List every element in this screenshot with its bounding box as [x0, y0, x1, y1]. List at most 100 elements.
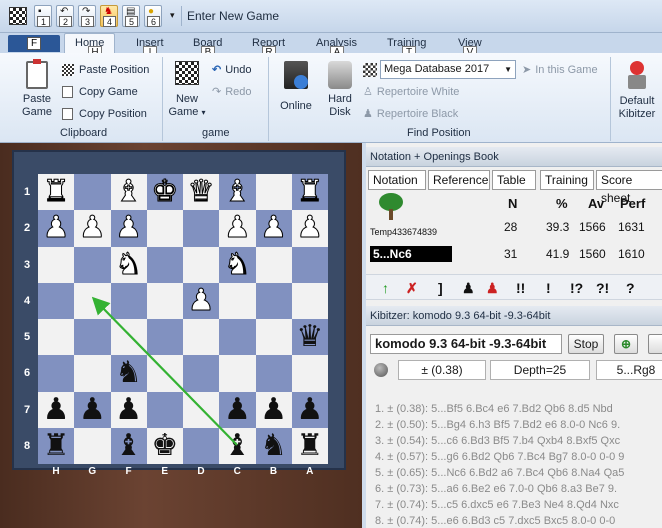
board-square[interactable]	[38, 282, 75, 319]
paste-game-button[interactable]: Paste Game	[20, 59, 54, 119]
annotation-brilliant[interactable]: !!	[516, 280, 525, 296]
hard-disk-button[interactable]: Hard Disk	[322, 61, 358, 119]
board-square[interactable]	[38, 355, 75, 392]
board-square[interactable]	[255, 319, 292, 356]
annotation-interesting[interactable]: !?	[570, 280, 583, 296]
board-square[interactable]	[183, 319, 220, 356]
kibitzer-line[interactable]: 4. ± (0.57): 5...g6 6.Bd2 Qb6 7.Bc4 Bg7 …	[375, 451, 624, 463]
in-this-game-button[interactable]: ➤ In this Game	[522, 63, 598, 77]
black-piece[interactable]: ♞	[111, 355, 147, 391]
board-square[interactable]	[146, 391, 183, 428]
board-square[interactable]	[219, 355, 256, 392]
qa-save-button[interactable]: ▪ 1	[34, 5, 52, 27]
stop-button[interactable]: Stop	[568, 334, 604, 354]
kibitzer-line[interactable]: 6. ± (0.73): 5...a6 6.Be2 e6 7.0-0 Qb6 8…	[375, 483, 617, 495]
black-piece[interactable]: ♟	[38, 392, 74, 428]
board-square[interactable]	[183, 391, 220, 428]
board-square[interactable]	[74, 355, 111, 392]
white-piece[interactable]: ♟	[111, 210, 147, 246]
qa-bulb-button[interactable]: ● 6	[144, 5, 162, 27]
black-piece[interactable]: ♟	[256, 392, 292, 428]
kibitzer-line[interactable]: 2. ± (0.50): 5...Bg4 6.h3 Bf5 7.Bd2 e6 8…	[375, 419, 620, 431]
board-square[interactable]	[255, 246, 292, 283]
kibitzer-line[interactable]: 5. ± (0.65): 5...Nc6 6.Bd2 a6 7.Bc4 Qb6 …	[375, 467, 624, 479]
annotation-mistake[interactable]: ?	[626, 280, 635, 296]
kibitzer-line[interactable]: 3. ± (0.54): 5...c6 6.Bd3 Bf5 7.b4 Qxb4 …	[375, 435, 620, 447]
board-square[interactable]	[219, 282, 256, 319]
tab-training[interactable]: Training	[540, 170, 594, 190]
board-square[interactable]	[74, 246, 111, 283]
white-piece[interactable]: ♟	[74, 210, 110, 246]
app-icon[interactable]	[9, 7, 27, 25]
redo-button[interactable]: ↷ Redo	[212, 85, 252, 99]
black-piece[interactable]: ♝	[111, 428, 147, 464]
board-square[interactable]	[110, 319, 147, 356]
white-piece[interactable]: ♟	[256, 210, 292, 246]
black-piece[interactable]: ♜	[38, 428, 74, 464]
white-piece[interactable]: ♜	[38, 173, 74, 210]
board-square[interactable]	[291, 282, 328, 319]
paste-position-button[interactable]: Paste Position	[62, 63, 149, 77]
chessboard[interactable]: ♜ ♝ ♚ ♛ ♝ ♜ ♟ ♟ ♟ ♟ ♟ ♟ ♞ ♞ ♟ ♛ ♞ ♟ ♟ ♟ ♟ ♟ ♟ ♜ ♝ ♚ ♝ ♞ ♜	[38, 173, 328, 464]
kibitzer-line[interactable]: 8. ± (0.74): 5...e6 6.Bd3 c5 7.dxc5 Bxc5…	[375, 515, 615, 527]
qa-engine-button[interactable]: ♞ 4	[100, 5, 118, 27]
black-piece[interactable]: ♛	[292, 319, 328, 355]
kibitzer-line[interactable]: 7. ± (0.74): 5...c5 6.dxc5 e6 7.Be3 Ne4 …	[375, 499, 619, 511]
board-square[interactable]	[146, 210, 183, 247]
board-square[interactable]	[291, 355, 328, 392]
tab-reference[interactable]: Reference	[428, 170, 490, 190]
black-piece[interactable]: ♜	[292, 428, 328, 464]
white-piece[interactable]: ♜	[292, 173, 328, 210]
white-piece[interactable]: ♚	[147, 173, 183, 210]
black-piece[interactable]: ♟	[292, 392, 328, 428]
tab-table[interactable]: Table	[492, 170, 536, 190]
board-square[interactable]	[183, 246, 220, 283]
undo-button[interactable]: ↶ Undo	[212, 63, 252, 77]
annotation-dubious[interactable]: ?!	[596, 280, 609, 296]
board-square[interactable]	[291, 246, 328, 283]
black-piece[interactable]: ♚	[147, 428, 183, 464]
board-square[interactable]	[183, 355, 220, 392]
board-square[interactable]	[146, 355, 183, 392]
repertoire-black-button[interactable]: ♟ Repertoire Black	[363, 107, 458, 121]
board-square[interactable]	[38, 246, 75, 283]
white-piece[interactable]: ♝	[111, 173, 147, 210]
tab-score-sheet[interactable]: Score sheet	[596, 170, 662, 205]
board-square[interactable]	[146, 319, 183, 356]
board-square[interactable]	[255, 174, 292, 211]
black-piece[interactable]: ♟	[111, 392, 147, 428]
black-piece[interactable]: ♞	[256, 428, 292, 464]
copy-position-button[interactable]: Copy Position	[62, 107, 147, 121]
kibitzer-line[interactable]: 1. ± (0.38): 5...Bf5 6.Bc4 e6 7.Bd2 Qb6 …	[375, 403, 613, 415]
qa-print-button[interactable]: ▤ 5	[122, 5, 140, 27]
qa-undo-button[interactable]: ↶ 2	[56, 5, 74, 27]
annotation-good[interactable]: !	[546, 280, 551, 296]
database-select[interactable]: Mega Database 2017 ▼	[380, 60, 516, 79]
bracket-icon[interactable]: ]	[438, 280, 443, 296]
board-square[interactable]	[74, 319, 111, 356]
default-kibitzer-button[interactable]: Default Kibitzer	[614, 61, 660, 121]
delete-variation-icon[interactable]: ✗	[406, 280, 418, 297]
white-piece[interactable]: ♟	[183, 282, 219, 319]
board-square[interactable]	[146, 246, 183, 283]
red-pawn-icon[interactable]: ♟	[486, 280, 499, 297]
board-square[interactable]	[255, 282, 292, 319]
board-square[interactable]	[183, 210, 220, 247]
new-game-button[interactable]: New Game ▾	[168, 61, 206, 119]
online-button[interactable]: Online	[276, 61, 316, 113]
file-tab[interactable]: F	[8, 35, 60, 52]
kibitzer-option-button[interactable]	[648, 334, 662, 354]
black-pawn-icon[interactable]: ♟	[462, 280, 475, 297]
board-square[interactable]	[74, 427, 111, 464]
board-square[interactable]	[255, 355, 292, 392]
board-square[interactable]	[183, 427, 220, 464]
arrow-up-icon[interactable]: ↑	[382, 280, 389, 296]
copy-game-button[interactable]: Copy Game	[62, 85, 138, 99]
board-square[interactable]	[146, 282, 183, 319]
qa-redo-button[interactable]: ↷ 3	[78, 5, 96, 27]
current-move[interactable]: 5...Nc6	[370, 246, 452, 262]
board-square[interactable]	[74, 174, 111, 211]
tab-notation[interactable]: Notation	[368, 170, 426, 190]
white-piece[interactable]: ♞	[219, 246, 255, 283]
white-piece[interactable]: ♞	[111, 246, 147, 283]
